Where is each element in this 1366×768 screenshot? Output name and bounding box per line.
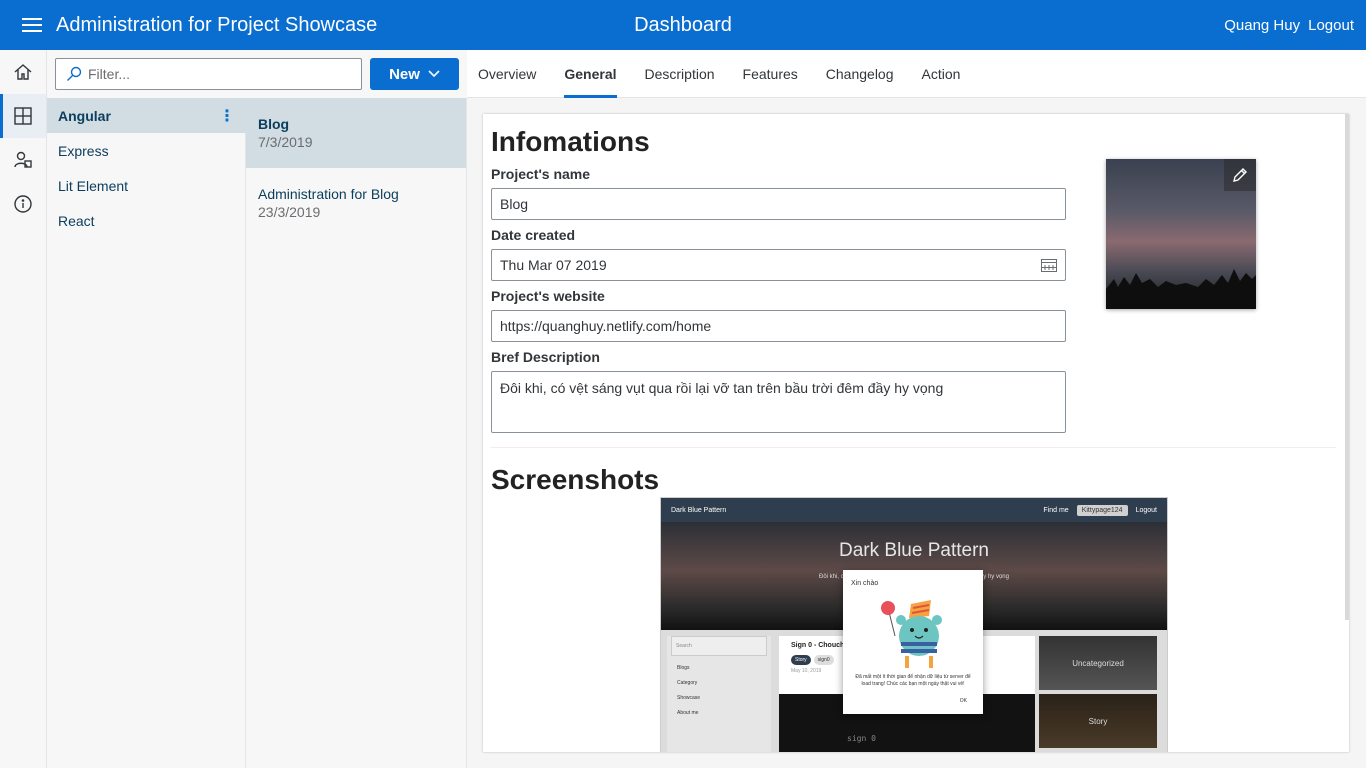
website-label: Project's website bbox=[491, 288, 605, 304]
filter-placeholder: Filter... bbox=[88, 66, 131, 82]
scrollbar[interactable] bbox=[1345, 114, 1349, 620]
tab-description[interactable]: Description bbox=[645, 50, 729, 98]
user-name[interactable]: Quang Huy bbox=[1224, 17, 1300, 34]
description-label: Bref Description bbox=[491, 349, 600, 365]
filter-input[interactable]: Filter... bbox=[55, 58, 362, 90]
tab-action[interactable]: Action bbox=[922, 50, 975, 98]
tab-changelog[interactable]: Changelog bbox=[826, 50, 908, 98]
screenshot-preview[interactable]: Dark Blue Pattern Find me Kittypage124 L… bbox=[660, 497, 1168, 752]
mock-modal-title: Xin chào bbox=[851, 580, 879, 587]
mock-user: Kittypage124 bbox=[1076, 504, 1128, 516]
list-item[interactable]: React bbox=[47, 203, 246, 238]
more-vertical-icon[interactable]: ⋮ bbox=[219, 106, 235, 126]
description-field[interactable]: Đôi khi, có vệt sáng vụt qua rồi lại vỡ … bbox=[491, 371, 1066, 433]
mock-tag: Story bbox=[791, 655, 811, 665]
list-toolbar: Filter... New bbox=[47, 50, 467, 98]
project-list: Angular ⋮ Express Lit Element React bbox=[47, 98, 246, 238]
app-title: Administration for Project Showcase bbox=[56, 13, 378, 36]
new-button-label: New bbox=[389, 65, 420, 83]
mock-nav-right: Find me Kittypage124 Logout bbox=[1043, 504, 1157, 516]
info-icon bbox=[14, 195, 32, 213]
nav-users[interactable] bbox=[0, 138, 46, 182]
blog-title: Blog bbox=[258, 116, 290, 132]
list-item[interactable]: Blog 7/3/2019 bbox=[246, 98, 466, 168]
new-button[interactable]: New bbox=[370, 58, 459, 90]
list-item[interactable]: Administration for Blog 23/3/2019 bbox=[246, 168, 466, 238]
dashboard-icon bbox=[14, 107, 32, 125]
chevron-down-icon bbox=[428, 70, 440, 78]
list-item[interactable]: Express bbox=[47, 133, 246, 168]
mock-side-item: Showcase bbox=[677, 695, 701, 701]
blog-title: Administration for Blog bbox=[258, 186, 399, 202]
nav-home[interactable] bbox=[0, 50, 46, 94]
home-icon bbox=[14, 64, 32, 80]
date-value: Thu Mar 07 2019 bbox=[500, 257, 607, 273]
calendar-icon[interactable] bbox=[1041, 258, 1057, 272]
list-item[interactable]: Angular ⋮ bbox=[47, 98, 246, 133]
project-label: React bbox=[58, 212, 95, 229]
date-created-field[interactable]: Thu Mar 07 2019 bbox=[491, 249, 1066, 281]
mock-find: Find me bbox=[1043, 506, 1069, 514]
mock-side-item: About me bbox=[677, 710, 699, 716]
tab-features[interactable]: Features bbox=[743, 50, 812, 98]
section-divider bbox=[491, 447, 1336, 448]
name-label: Project's name bbox=[491, 166, 591, 182]
website-field[interactable]: https://quanghuy.netlify.com/home bbox=[491, 310, 1066, 342]
section-title-screenshots: Screenshots bbox=[491, 464, 660, 495]
mock-welcome-modal: Xin chào Đã mất một ít thời gian để nhận… bbox=[843, 570, 983, 714]
mascot-illustration bbox=[881, 600, 942, 668]
tab-bar: Overview General Description Features Ch… bbox=[467, 50, 1366, 98]
mock-tag: sign0 bbox=[813, 655, 834, 665]
project-name-field[interactable]: Blog bbox=[491, 188, 1066, 220]
mock-logout: Logout bbox=[1135, 506, 1157, 514]
logout-link[interactable]: Logout bbox=[1308, 17, 1354, 34]
nav-dashboard[interactable] bbox=[0, 94, 46, 138]
mock-search: Search bbox=[671, 636, 767, 656]
pencil-icon bbox=[1233, 168, 1247, 182]
mock-sidebar: Search Blogs Category Showcase About me bbox=[667, 636, 771, 752]
detail-panel: Infomations Project's name Blog Date cre… bbox=[467, 98, 1366, 768]
project-column: Angular ⋮ Express Lit Element React bbox=[47, 50, 246, 768]
tab-overview[interactable]: Overview bbox=[478, 50, 550, 98]
mock-categories: Uncategorized Story bbox=[1039, 636, 1157, 752]
project-label: Angular bbox=[58, 107, 111, 124]
blog-date: 7/3/2019 bbox=[258, 134, 313, 150]
mock-brand: Dark Blue Pattern bbox=[671, 506, 727, 514]
mock-navbar: Dark Blue Pattern Find me Kittypage124 L… bbox=[661, 498, 1167, 522]
general-card: Infomations Project's name Blog Date cre… bbox=[483, 114, 1349, 752]
blog-column: Blog 7/3/2019 Administration for Blog 23… bbox=[246, 98, 467, 768]
mock-code: sign 0 bbox=[847, 734, 876, 743]
mock-side-item: Category bbox=[677, 680, 698, 686]
mock-category: Story bbox=[1039, 694, 1157, 748]
nav-info[interactable] bbox=[0, 182, 46, 226]
project-label: Express bbox=[58, 142, 109, 159]
project-label: Lit Element bbox=[58, 177, 129, 194]
mock-side-item: Blogs bbox=[677, 665, 690, 671]
list-item[interactable]: Lit Element bbox=[47, 168, 246, 203]
user-group-icon bbox=[14, 151, 32, 168]
side-navigation bbox=[0, 50, 47, 768]
date-label: Date created bbox=[491, 227, 576, 243]
search-icon bbox=[67, 66, 82, 81]
user-area: Quang Huy Logout bbox=[1224, 0, 1354, 50]
tab-general[interactable]: General bbox=[564, 50, 630, 98]
section-title-info: Infomations bbox=[491, 126, 650, 157]
menu-icon[interactable] bbox=[22, 18, 42, 32]
treeline-silhouette bbox=[1106, 269, 1256, 309]
mock-modal-ok: OK bbox=[959, 698, 967, 704]
mock-hero-title: Dark Blue Pattern bbox=[839, 540, 989, 561]
project-image bbox=[1106, 159, 1256, 309]
shell-bar: Administration for Project Showcase Dash… bbox=[0, 0, 1366, 50]
edit-image-button[interactable] bbox=[1224, 159, 1256, 191]
mock-category: Uncategorized bbox=[1039, 636, 1157, 690]
blog-date: 23/3/2019 bbox=[258, 204, 321, 220]
mock-modal-text: Đã mất một ít thời gian để nhận dữ liệu … bbox=[855, 674, 971, 687]
